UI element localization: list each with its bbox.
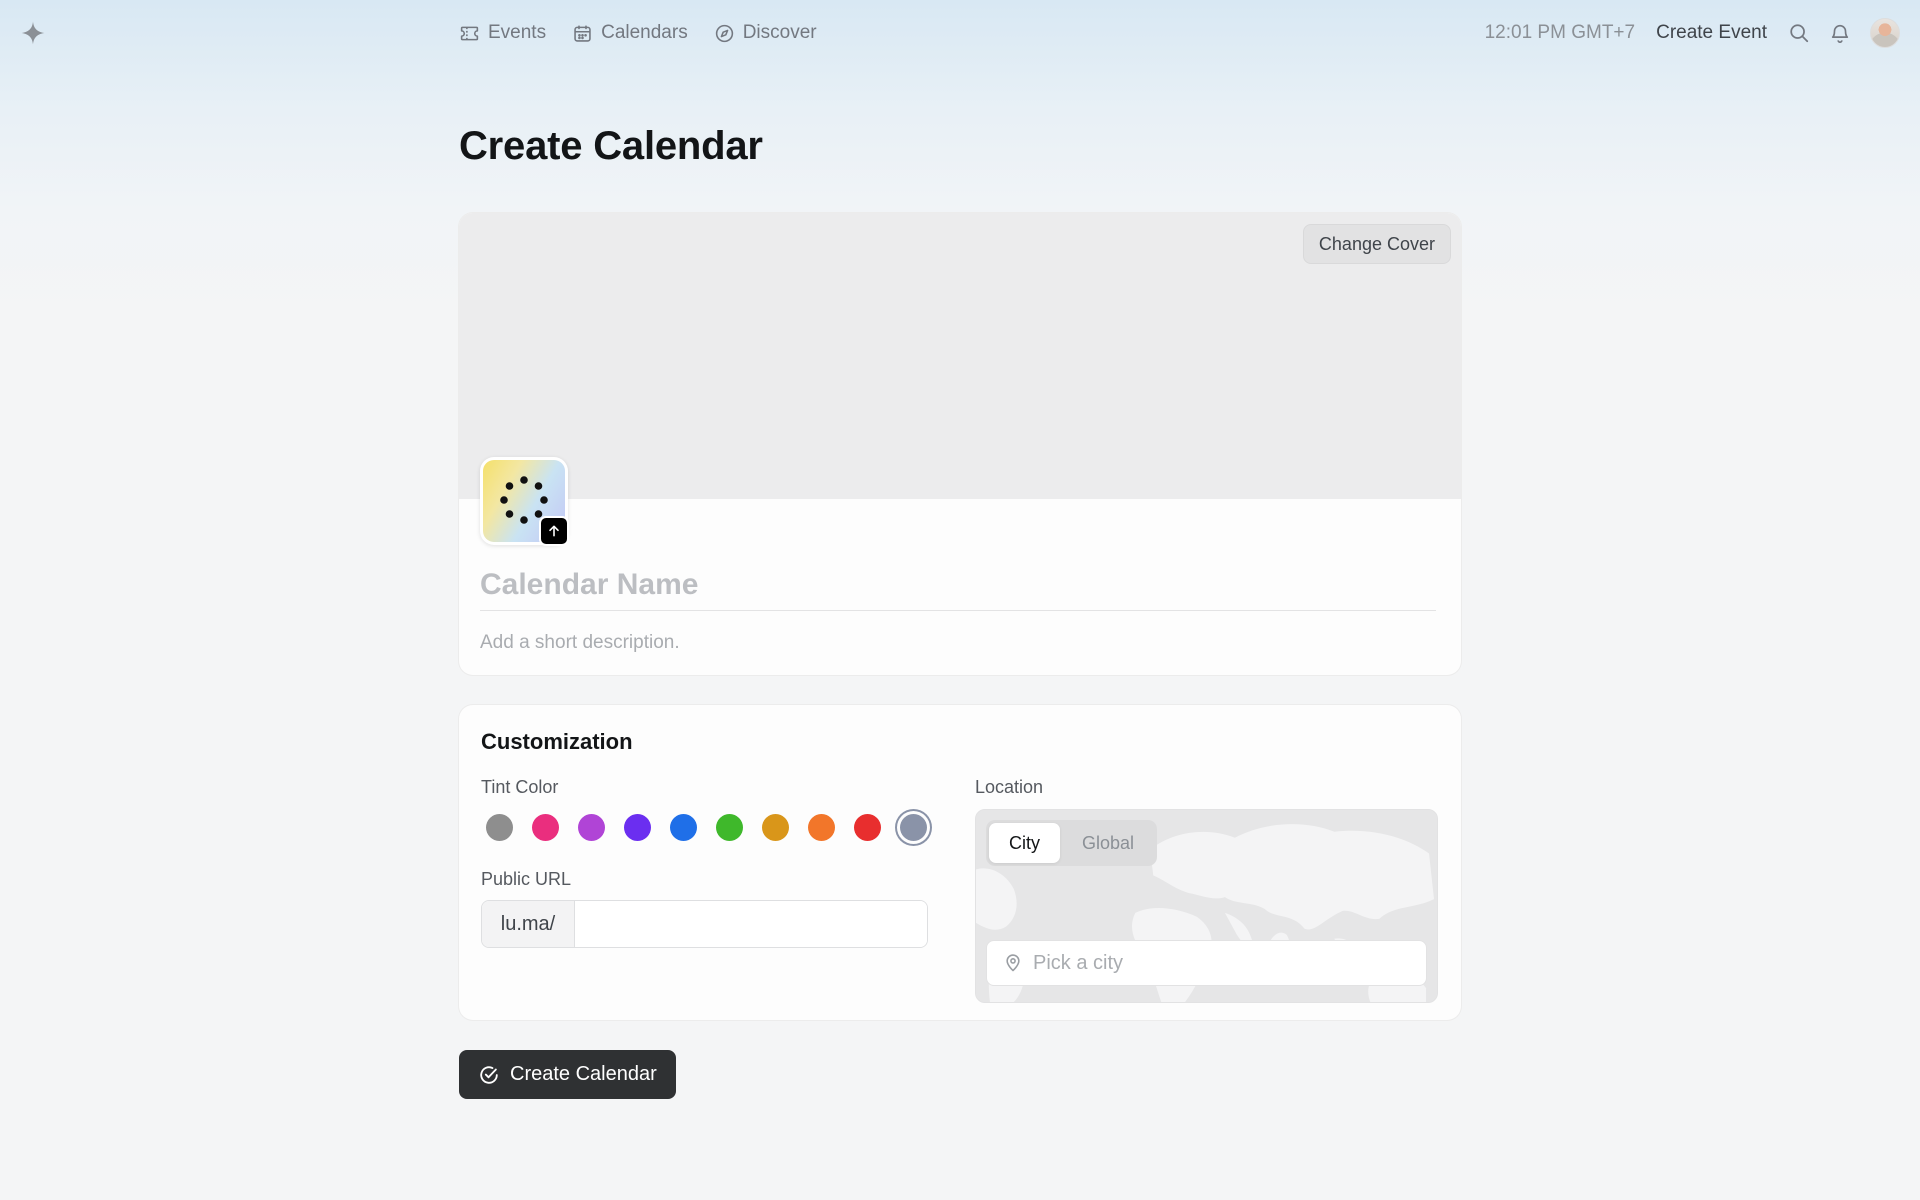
- tint-color-label: Tint Color: [481, 777, 559, 797]
- change-cover-button[interactable]: Change Cover: [1302, 224, 1451, 264]
- upload-icon[interactable]: [539, 516, 569, 546]
- create-calendar-label: Create Calendar: [510, 1063, 657, 1085]
- location-label: Location: [975, 777, 1044, 797]
- tint-swatch[interactable]: [808, 813, 835, 841]
- public-url-label: Public URL: [481, 869, 572, 889]
- create-calendar-button[interactable]: Create Calendar: [459, 1050, 676, 1099]
- tint-swatch[interactable]: [624, 813, 651, 841]
- calendar-icon: [574, 25, 591, 42]
- calendar-details-card: Change Cover: [459, 213, 1461, 675]
- customization-title: Customization: [481, 729, 633, 754]
- tint-swatch[interactable]: [716, 813, 743, 841]
- location-tabs: City Global: [986, 820, 1158, 866]
- tint-swatch[interactable]: [532, 813, 559, 841]
- nav-item-discover[interactable]: Discover: [714, 22, 817, 44]
- tint-swatch[interactable]: [900, 813, 927, 841]
- sparkle-icon[interactable]: [20, 20, 46, 46]
- location-map: City Global: [975, 809, 1438, 1003]
- current-time: 12:01 PM GMT+7: [1484, 22, 1636, 43]
- tab-global[interactable]: Global: [1062, 823, 1154, 863]
- public-url-field: lu.ma/: [481, 900, 928, 948]
- url-prefix: lu.ma/: [482, 901, 575, 947]
- city-picker[interactable]: [986, 940, 1427, 986]
- tint-swatch[interactable]: [486, 813, 513, 841]
- top-right-actions: 12:01 PM GMT+7 Create Event: [1485, 18, 1900, 48]
- tab-city[interactable]: City: [989, 823, 1060, 863]
- main-nav: Events Calendars Discover: [459, 20, 817, 46]
- calendar-description-input[interactable]: [480, 628, 1436, 658]
- city-input[interactable]: [1033, 951, 1426, 975]
- check-circle-icon: [480, 1065, 498, 1084]
- page-title: Create Calendar: [459, 124, 763, 168]
- nav-item-label: Events: [488, 22, 547, 43]
- nav-item-calendars[interactable]: Calendars: [572, 22, 688, 44]
- tint-swatch[interactable]: [762, 813, 789, 841]
- calendar-avatar[interactable]: [480, 457, 569, 546]
- nav-item-events[interactable]: Events: [459, 22, 546, 44]
- create-event-link[interactable]: Create Event: [1656, 22, 1767, 44]
- ticket-icon: [460, 26, 479, 40]
- top-navigation-bar: Events Calendars Discover 12:01 PM GMT+7…: [0, 0, 1920, 66]
- nav-item-label: Calendars: [601, 22, 688, 43]
- bell-icon[interactable]: [1829, 22, 1851, 44]
- calendar-name-input[interactable]: [480, 559, 1436, 611]
- map-pin-icon: [1006, 954, 1020, 972]
- tint-swatch[interactable]: [670, 813, 697, 841]
- search-icon[interactable]: [1788, 22, 1810, 44]
- tint-swatch[interactable]: [578, 813, 605, 841]
- avatar[interactable]: [1870, 18, 1900, 48]
- tint-swatch[interactable]: [854, 813, 881, 841]
- public-url-input[interactable]: [575, 901, 927, 947]
- tint-color-swatches: [481, 809, 927, 845]
- nav-item-label: Discover: [742, 22, 817, 43]
- compass-icon: [715, 24, 733, 42]
- customization-card: Customization Tint Color Public URL lu.m…: [459, 705, 1461, 1020]
- cover-image-area[interactable]: Change Cover: [459, 213, 1461, 499]
